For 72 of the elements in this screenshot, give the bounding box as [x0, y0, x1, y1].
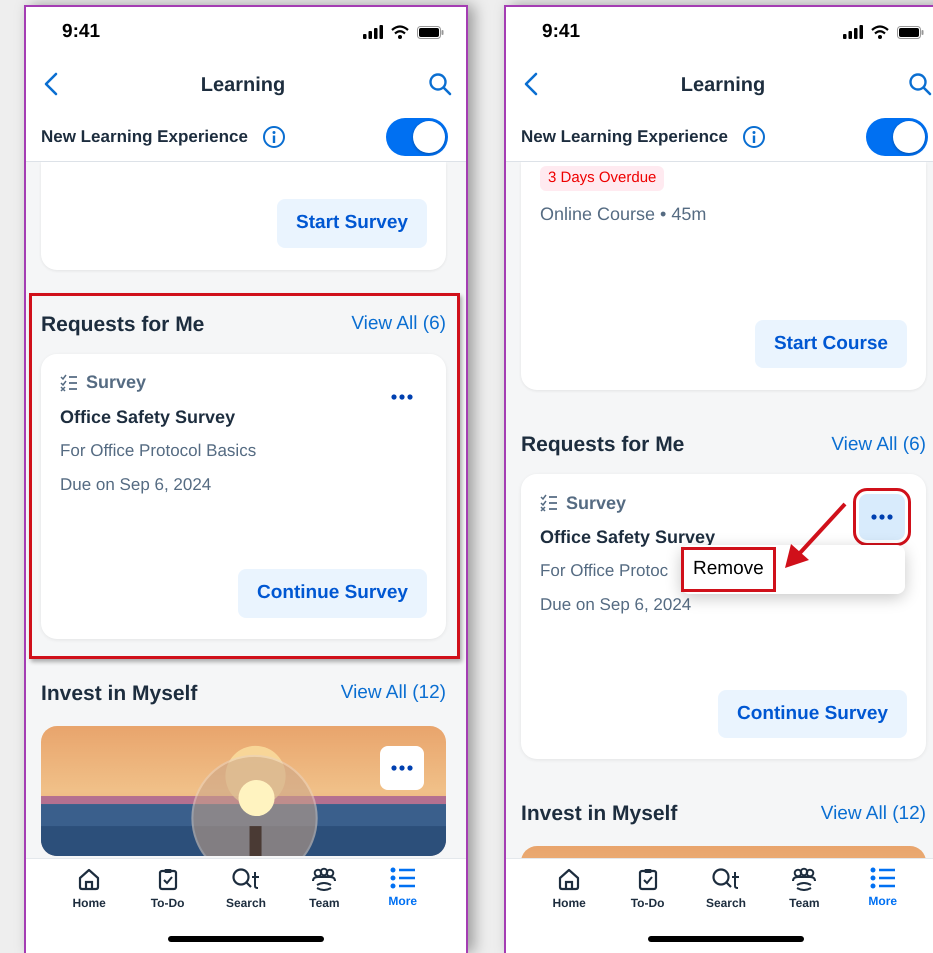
back-button[interactable]	[524, 72, 538, 97]
status-time: 9:41	[62, 20, 100, 44]
team-icon	[790, 867, 818, 891]
info-icon[interactable]	[262, 124, 286, 148]
item-type: Survey	[86, 371, 146, 394]
search-button[interactable]	[428, 72, 452, 97]
item-title: Office Safety Survey	[60, 406, 236, 429]
item-subtitle: For Office Protocol Basics	[60, 440, 256, 460]
item-subtitle: For Office Protoc	[540, 561, 668, 580]
continue-button[interactable]: Continue Survey	[238, 569, 427, 618]
more-button[interactable]	[859, 494, 905, 540]
due-date: Due on Sep 6, 2024	[60, 474, 212, 494]
section-title: Invest in Myself	[41, 680, 198, 707]
home-icon	[557, 867, 582, 891]
start-button[interactable]: Start Survey	[277, 199, 427, 248]
tab-item[interactable]: Home	[59, 867, 120, 925]
toggle-switch[interactable]	[866, 118, 928, 156]
search-icon	[908, 72, 932, 96]
home-icon	[77, 867, 102, 891]
back-icon	[44, 72, 58, 96]
tab-item[interactable]: To-Do	[138, 867, 198, 925]
status-time: 9:41	[542, 20, 580, 44]
wifi-icon	[391, 25, 409, 39]
overdue-tag: 3 Days Overdue	[540, 166, 664, 190]
view-all-link[interactable]: View All (12)	[820, 800, 926, 828]
battery-icon	[417, 26, 444, 38]
more-button[interactable]	[380, 746, 424, 790]
continue-button[interactable]: Continue Survey	[718, 690, 907, 738]
tab-item[interactable]: To-Do	[618, 867, 678, 925]
back-icon	[524, 72, 538, 96]
item-type: Survey	[566, 492, 626, 515]
more-icon	[391, 764, 413, 770]
checklist-icon	[60, 374, 78, 392]
page-title: Learning	[680, 72, 766, 98]
tab-item[interactable]: Search	[216, 867, 276, 925]
more-icon	[391, 394, 413, 400]
signal-icon	[843, 25, 863, 39]
course-meta: Online Course • 45m	[540, 202, 708, 226]
back-button[interactable]	[44, 72, 58, 97]
tab-item[interactable]: Team	[294, 867, 354, 925]
due-date: Due on Sep 6, 2024	[540, 595, 692, 614]
list-icon	[390, 867, 416, 889]
tab-item[interactable]: Team	[774, 867, 834, 925]
view-all-link[interactable]: View All (6)	[831, 430, 926, 460]
checklist-icon	[540, 494, 558, 512]
search-icon	[710, 867, 741, 891]
tab-item[interactable]: More	[852, 867, 913, 925]
menu-item[interactable]: Remove	[681, 547, 776, 592]
info-icon[interactable]	[742, 124, 766, 148]
page-title: Learning	[200, 72, 286, 98]
team-icon	[310, 867, 338, 891]
wifi-icon	[871, 25, 889, 39]
more-icon	[871, 514, 893, 520]
search-icon	[230, 867, 261, 891]
start-button[interactable]: Start Course	[754, 320, 907, 368]
setting-label: New Learning Experience	[521, 126, 728, 148]
tab-item[interactable]: Home	[539, 867, 600, 925]
tab-item[interactable]: More	[372, 867, 433, 925]
toggle-switch[interactable]	[386, 118, 448, 156]
view-all-link[interactable]: View All (12)	[340, 679, 446, 708]
signal-icon	[363, 25, 383, 39]
list-icon	[870, 867, 896, 889]
search-icon	[428, 72, 452, 96]
battery-icon	[897, 26, 924, 38]
search-button[interactable]	[908, 72, 932, 97]
section-title: Requests for Me	[41, 312, 204, 338]
section-title: Invest in Myself	[521, 801, 678, 828]
tab-item[interactable]: Search	[696, 867, 756, 925]
view-all-link[interactable]: View All (6)	[351, 310, 446, 339]
section-title: Requests for Me	[521, 432, 684, 458]
setting-label: New Learning Experience	[41, 126, 248, 148]
item-title: Office Safety Survey	[540, 526, 716, 549]
